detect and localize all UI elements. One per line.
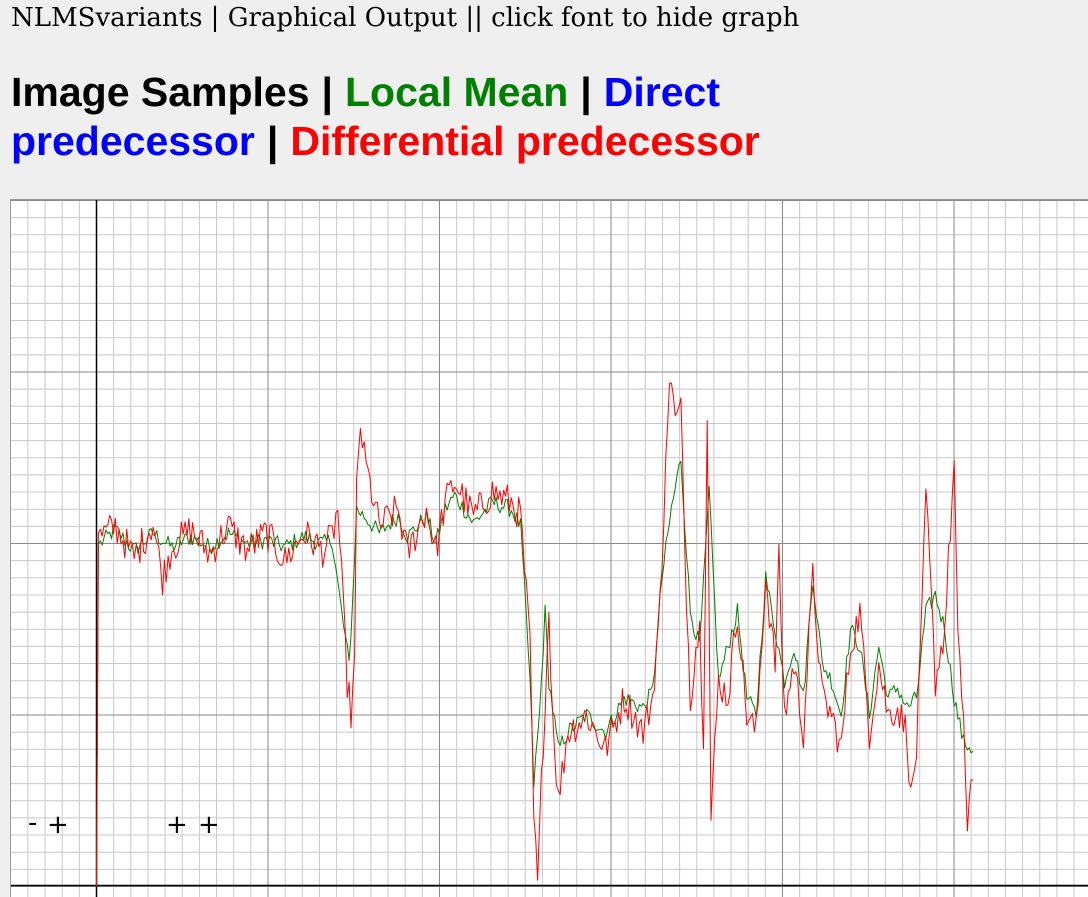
graph-area[interactable] (10, 199, 1088, 897)
x-zoom-in-button[interactable]: + (166, 812, 188, 838)
legend-separator: | (321, 69, 334, 115)
y-zoom-in-button[interactable]: + (198, 812, 220, 838)
legend-image-samples[interactable]: Image Samples (11, 69, 310, 115)
legend-separator: | (580, 69, 592, 115)
zoom-out-button[interactable]: - (28, 810, 37, 836)
legend-differential-predecessor[interactable]: Differential predecessor (290, 118, 759, 164)
chart-legend: Image Samples | Local Mean | Direct predeces… (11, 68, 1071, 166)
legend-separator: | (266, 118, 279, 164)
graph-svg (11, 200, 1088, 897)
zoom-in-button[interactable]: + (47, 812, 69, 838)
legend-local-mean[interactable]: Local Mean (345, 69, 568, 115)
series-line-differential-predecessor (96, 382, 974, 887)
page-header[interactable]: NLMSvariants | Graphical Output || click… (11, 3, 799, 33)
